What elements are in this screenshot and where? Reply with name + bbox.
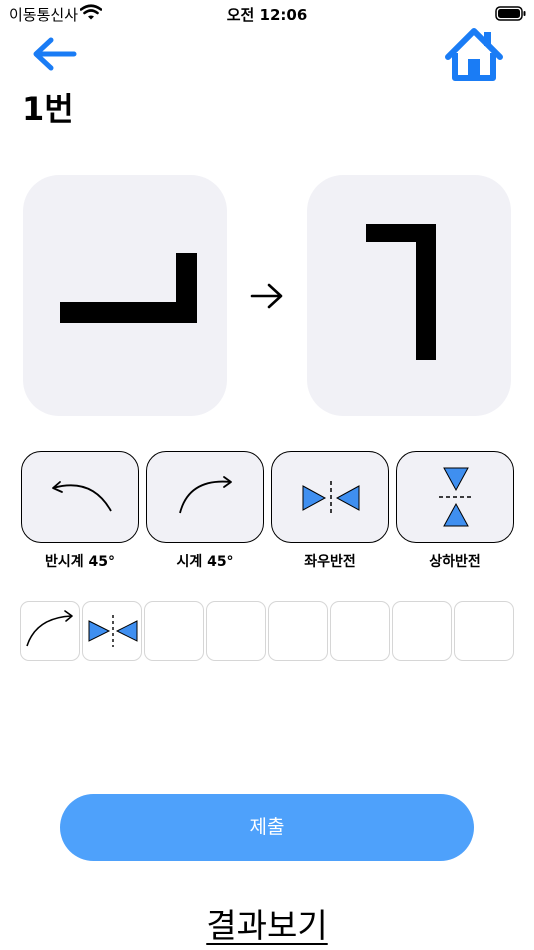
sequence-slot-3[interactable] bbox=[144, 601, 204, 661]
flip-horizontal-icon bbox=[302, 481, 360, 515]
rotate-cw-label: 시계 45° bbox=[176, 554, 234, 570]
target-shape bbox=[366, 224, 436, 360]
flip-vertical-label: 상하반전 bbox=[429, 554, 481, 570]
flip-horizontal-icon bbox=[88, 615, 138, 647]
sequence-slot-6[interactable] bbox=[330, 601, 390, 661]
rotate-ccw-label: 반시계 45° bbox=[45, 554, 115, 570]
rotate-cw-icon bbox=[26, 610, 73, 647]
rotate-ccw-icon bbox=[52, 481, 112, 512]
rotate-ccw-button[interactable] bbox=[21, 451, 139, 543]
sequence-slot-2[interactable] bbox=[82, 601, 142, 661]
flip-horizontal-button[interactable] bbox=[271, 451, 389, 543]
sequence-slot-8[interactable] bbox=[454, 601, 514, 661]
sequence-slot-1[interactable] bbox=[20, 601, 80, 661]
sequence-slot-7[interactable] bbox=[392, 601, 452, 661]
sequence-slot-5[interactable] bbox=[268, 601, 328, 661]
submit-button[interactable]: 제출 bbox=[60, 794, 474, 861]
flip-vertical-icon bbox=[439, 467, 473, 527]
home-button[interactable] bbox=[444, 27, 504, 83]
source-shape-card bbox=[23, 175, 227, 416]
view-results-link[interactable]: 결과보기 bbox=[0, 899, 534, 947]
back-button[interactable] bbox=[28, 34, 80, 74]
flip-vertical-button[interactable] bbox=[396, 451, 514, 543]
sequence-slot-4[interactable] bbox=[206, 601, 266, 661]
battery-icon bbox=[495, 6, 527, 26]
home-icon bbox=[445, 28, 503, 81]
arrow-left-icon bbox=[33, 37, 77, 71]
rotate-cw-icon bbox=[179, 476, 232, 514]
source-shape bbox=[60, 253, 197, 323]
clock-label: 오전 12:06 bbox=[226, 6, 308, 24]
flip-horizontal-label: 좌우반전 bbox=[304, 554, 356, 570]
page-title: 1번 bbox=[22, 90, 74, 128]
status-bar: 이동통신사 오전 12:06 bbox=[0, 0, 534, 28]
rotate-cw-button[interactable] bbox=[146, 451, 264, 543]
transform-arrow-icon bbox=[249, 278, 285, 318]
target-shape-card bbox=[307, 175, 511, 416]
